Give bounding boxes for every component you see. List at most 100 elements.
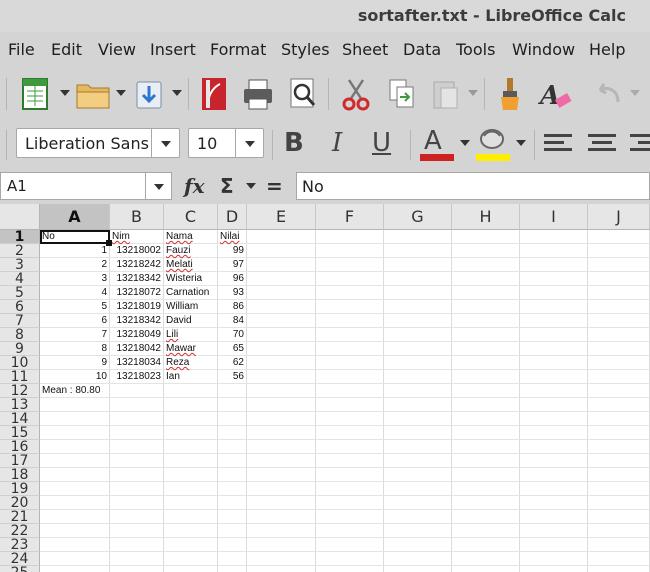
cell-c9[interactable]: Mawar	[166, 342, 217, 356]
row-header-3[interactable]: 3	[0, 258, 40, 272]
menu-help[interactable]: Help	[589, 40, 625, 59]
menu-window[interactable]: Window	[512, 40, 575, 59]
open-dropdown-arrow[interactable]	[116, 90, 126, 96]
print-preview-button[interactable]	[286, 74, 322, 114]
cell-a8[interactable]: 7	[42, 328, 107, 342]
underline-button[interactable]: U	[372, 128, 391, 162]
row-header-23[interactable]: 23	[0, 538, 40, 552]
bold-button[interactable]: B	[284, 128, 304, 162]
cell-d7[interactable]: 84	[220, 314, 244, 328]
menu-data[interactable]: Data	[403, 40, 441, 59]
new-spreadsheet-button[interactable]	[18, 74, 54, 114]
row-header-7[interactable]: 7	[0, 314, 40, 328]
cell-d6[interactable]: 86	[220, 300, 244, 314]
cell-b8[interactable]: 13218049	[112, 328, 162, 342]
row-header-20[interactable]: 20	[0, 496, 40, 510]
new-dropdown-arrow[interactable]	[60, 90, 70, 96]
cell-b10[interactable]: 13218034	[112, 356, 162, 370]
export-pdf-button[interactable]	[196, 74, 232, 114]
cut-button[interactable]	[338, 74, 374, 114]
copy-button[interactable]	[384, 74, 420, 114]
font-size-box[interactable]: 10	[188, 128, 264, 158]
paste-dropdown-arrow[interactable]	[468, 90, 478, 96]
align-left-button[interactable]	[544, 132, 572, 156]
cell-b4[interactable]: 13218342	[112, 272, 162, 286]
cell-d4[interactable]: 96	[220, 272, 244, 286]
cell-b3[interactable]: 13218242	[112, 258, 162, 272]
cell-c8[interactable]: Lili	[166, 328, 217, 342]
column-header-d[interactable]: D	[218, 204, 247, 230]
cell-a3[interactable]: 2	[42, 258, 107, 272]
column-header-f[interactable]: F	[316, 204, 384, 230]
save-button[interactable]	[131, 74, 167, 114]
cell-b6[interactable]: 13218019	[112, 300, 162, 314]
font-name-dropdown-arrow[interactable]	[151, 129, 179, 157]
row-header-17[interactable]: 17	[0, 454, 40, 468]
cell-d5[interactable]: 93	[220, 286, 244, 300]
row-header-15[interactable]: 15	[0, 426, 40, 440]
cell-c10[interactable]: Reza	[166, 356, 217, 370]
cell-a4[interactable]: 3	[42, 272, 107, 286]
undo-dropdown-arrow[interactable]	[630, 90, 640, 96]
column-header-c[interactable]: C	[164, 204, 218, 230]
cell-c7[interactable]: David	[166, 314, 217, 328]
font-color-button[interactable]: A	[418, 126, 456, 164]
cell-a11[interactable]: 10	[42, 370, 107, 384]
cell-b7[interactable]: 13218342	[112, 314, 162, 328]
cell-d2[interactable]: 99	[220, 244, 244, 258]
cell-b1[interactable]: Nim	[112, 230, 163, 244]
column-header-e[interactable]: E	[247, 204, 316, 230]
row-header-6[interactable]: 6	[0, 300, 40, 314]
menu-tools[interactable]: Tools	[456, 40, 495, 59]
row-header-12[interactable]: 12	[0, 384, 40, 398]
cell-b9[interactable]: 13218042	[112, 342, 162, 356]
row-header-2[interactable]: 2	[0, 244, 40, 258]
highlight-color-dropdown-arrow[interactable]	[516, 140, 526, 146]
column-header-b[interactable]: B	[110, 204, 164, 230]
cell-a7[interactable]: 6	[42, 314, 107, 328]
row-header-13[interactable]: 13	[0, 398, 40, 412]
cell-a2[interactable]: 1	[42, 244, 107, 258]
row-header-22[interactable]: 22	[0, 524, 40, 538]
cell-d11[interactable]: 56	[220, 370, 244, 384]
italic-button[interactable]: I	[332, 128, 342, 162]
highlight-color-button[interactable]	[474, 126, 512, 164]
menu-view[interactable]: View	[98, 40, 136, 59]
cell-d9[interactable]: 65	[220, 342, 244, 356]
cell-a9[interactable]: 8	[42, 342, 107, 356]
row-header-8[interactable]: 8	[0, 328, 40, 342]
row-header-9[interactable]: 9	[0, 342, 40, 356]
cell-d10[interactable]: 62	[220, 356, 244, 370]
cell-a5[interactable]: 4	[42, 286, 107, 300]
paste-button[interactable]	[428, 74, 464, 114]
cell-d8[interactable]: 70	[220, 328, 244, 342]
cell-d1[interactable]: Nilai	[220, 230, 246, 244]
sum-icon[interactable]: Σ	[220, 174, 234, 198]
cell-a12[interactable]: Mean : 80.80	[42, 384, 109, 398]
column-header-j[interactable]: J	[588, 204, 650, 230]
row-header-16[interactable]: 16	[0, 440, 40, 454]
row-header-1[interactable]: 1	[0, 230, 40, 244]
row-header-5[interactable]: 5	[0, 286, 40, 300]
cell-b5[interactable]: 13218072	[112, 286, 162, 300]
row-header-10[interactable]: 10	[0, 356, 40, 370]
cell-c2[interactable]: Fauzi	[166, 244, 217, 258]
font-color-dropdown-arrow[interactable]	[460, 140, 470, 146]
formula-input[interactable]: No	[296, 172, 650, 200]
row-header-14[interactable]: 14	[0, 412, 40, 426]
menu-insert[interactable]: Insert	[150, 40, 196, 59]
row-header-21[interactable]: 21	[0, 510, 40, 524]
row-header-24[interactable]: 24	[0, 552, 40, 566]
row-header-4[interactable]: 4	[0, 272, 40, 286]
cell-c1[interactable]: Nama	[166, 230, 217, 244]
name-box[interactable]: A1	[0, 172, 172, 200]
save-dropdown-arrow[interactable]	[172, 90, 182, 96]
cell-a6[interactable]: 5	[42, 300, 107, 314]
row-header-11[interactable]: 11	[0, 370, 40, 384]
function-wizard-icon[interactable]: fx	[184, 174, 205, 198]
cell-d3[interactable]: 97	[220, 258, 244, 272]
formula-equals-icon[interactable]: =	[266, 174, 283, 198]
open-button[interactable]	[74, 74, 114, 114]
undo-button[interactable]	[590, 74, 626, 114]
row-header-18[interactable]: 18	[0, 468, 40, 482]
